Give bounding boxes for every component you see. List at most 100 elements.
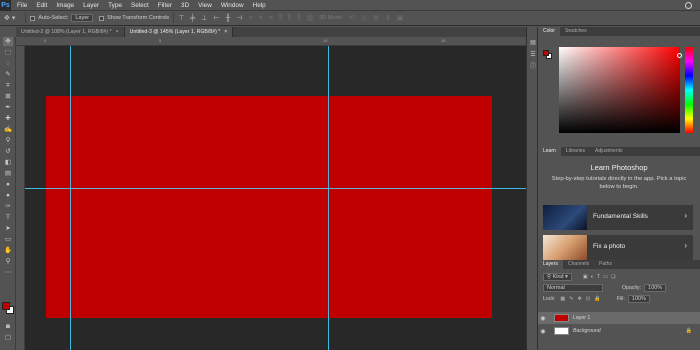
tab-adjustments[interactable]: Adjustments (590, 147, 628, 156)
align-right-icon[interactable]: ⊣ (236, 14, 242, 22)
auto-select-dropdown[interactable]: Layer (71, 14, 94, 22)
frame-tool-icon[interactable]: ⊠ (3, 92, 13, 101)
blend-mode-dropdown[interactable]: Normal (543, 283, 603, 292)
hue-slider[interactable] (685, 47, 693, 133)
layer-row-layer-1[interactable]: ◉ Layer 1 (538, 312, 700, 324)
eraser-tool-icon[interactable]: ◧ (3, 158, 13, 167)
layer-row-background[interactable]: ◉ Background 🔒 (538, 325, 700, 337)
more-tools-icon[interactable]: ⋯ (3, 268, 13, 277)
color-swatches[interactable] (2, 302, 14, 314)
pen-tool-icon[interactable]: ✑ (3, 202, 13, 211)
foreground-color-swatch[interactable] (2, 302, 10, 310)
document-canvas[interactable] (46, 96, 492, 318)
3d-slide-icon[interactable]: ⇕ (385, 14, 391, 22)
clone-stamp-tool-icon[interactable]: ⚲ (3, 136, 13, 145)
auto-align-icon[interactable]: ▥ (307, 14, 314, 22)
distribute-icon[interactable]: ≡ (259, 15, 263, 22)
rectangle-tool-icon[interactable]: ▭ (3, 235, 13, 244)
tab-untitled-3[interactable]: Untitled-3 @ 145% (Layer 1, RGB/8#) * × (124, 27, 234, 37)
foreground-color-swatch[interactable] (543, 50, 549, 56)
menu-edit[interactable]: Edit (36, 2, 47, 9)
menu-type[interactable]: Type (108, 2, 122, 9)
align-middle-icon[interactable]: ╪ (190, 15, 195, 22)
menu-help[interactable]: Help (253, 2, 266, 9)
3d-roll-icon[interactable]: ◎ (361, 14, 367, 22)
blur-tool-icon[interactable]: ● (3, 180, 13, 189)
distribute-icon[interactable]: ⫼ (297, 14, 300, 22)
healing-brush-tool-icon[interactable]: ✚ (3, 114, 13, 123)
photoshop-logo[interactable]: Ps (0, 0, 11, 11)
distribute-icon[interactable]: ⫼ (279, 14, 282, 22)
3d-pan-icon[interactable]: ✥ (373, 14, 379, 22)
panel-color-chips[interactable] (543, 50, 552, 59)
move-tool-icon[interactable]: ✥ (3, 37, 13, 46)
chevron-down-icon[interactable]: ▾ (12, 14, 16, 22)
zoom-tool-icon[interactable]: ⚲ (3, 257, 13, 266)
history-icon[interactable]: ▤ (529, 39, 537, 47)
auto-select-checkbox[interactable] (30, 15, 36, 21)
tab-swatches[interactable]: Swatches (560, 27, 592, 36)
menu-view[interactable]: View (198, 2, 212, 9)
show-transform-checkbox[interactable] (99, 15, 105, 21)
path-selection-tool-icon[interactable]: ➤ (3, 224, 13, 233)
vertical-guide[interactable] (328, 46, 329, 350)
menu-image[interactable]: Image (56, 2, 74, 9)
close-icon[interactable]: × (116, 29, 119, 35)
filter-icons[interactable]: ▣◐T▭❏ (583, 274, 619, 280)
close-icon[interactable]: × (224, 29, 227, 35)
search-icon[interactable] (685, 2, 692, 9)
horizontal-guide[interactable] (25, 188, 526, 189)
dodge-tool-icon[interactable]: ● (3, 191, 13, 200)
color-picker-cursor[interactable] (677, 53, 682, 58)
eye-icon[interactable]: ◉ (538, 315, 548, 322)
distribute-icon[interactable]: ⫼ (288, 14, 291, 22)
quick-mask-icon[interactable]: ◙ (3, 322, 13, 331)
menu-layer[interactable]: Layer (83, 2, 99, 9)
kind-filter-dropdown[interactable]: ⚲ Kind ▾ (543, 272, 572, 281)
card-fundamental-skills[interactable]: Fundamental Skills › (543, 205, 693, 230)
menu-select[interactable]: Select (131, 2, 149, 9)
color-picker-field[interactable] (559, 47, 682, 133)
opacity-field[interactable]: 100% (644, 283, 667, 292)
crop-tool-icon[interactable]: ⌗ (3, 81, 13, 90)
brush-tool-icon[interactable]: ✍ (3, 125, 13, 134)
screen-mode-icon[interactable]: ▢ (3, 333, 13, 342)
lock-icons[interactable]: ▦✎✥⊡🔒 (560, 296, 604, 302)
tab-layers[interactable]: Layers (538, 260, 564, 269)
info-icon[interactable]: ⓘ (529, 63, 537, 71)
align-top-icon[interactable]: ⊤ (178, 14, 184, 22)
tab-paths[interactable]: Paths (594, 260, 617, 269)
menu-3d[interactable]: 3D (181, 2, 189, 9)
layer-name[interactable]: Layer 1 (573, 315, 590, 321)
card-fix-a-photo[interactable]: Fix a photo › (543, 235, 693, 260)
align-left-icon[interactable]: ⊢ (213, 14, 219, 22)
tab-channels[interactable]: Channels (563, 260, 594, 269)
3d-scale-icon[interactable]: ▣ (397, 14, 404, 22)
marquee-tool-icon[interactable]: ⬚ (3, 48, 13, 57)
ruler-horizontal[interactable]: 0 5 10 15 (16, 37, 526, 46)
3d-orbit-icon[interactable]: ⟲ (349, 14, 355, 22)
ruler-vertical[interactable] (16, 46, 25, 350)
distribute-icon[interactable]: ≡ (249, 15, 253, 22)
menu-window[interactable]: Window (221, 2, 244, 9)
canvas-area[interactable] (25, 46, 526, 350)
lasso-tool-icon[interactable]: ◌ (3, 59, 13, 68)
distribute-icon[interactable]: ≡ (269, 15, 273, 22)
history-brush-tool-icon[interactable]: ↺ (3, 147, 13, 156)
tab-learn[interactable]: Learn (538, 147, 561, 156)
tab-color[interactable]: Color (538, 27, 560, 36)
tab-untitled-2[interactable]: Untitled-2 @ 108% (Layer 1, RGB/8#) * × (16, 27, 125, 37)
menu-filter[interactable]: Filter (158, 2, 172, 9)
properties-icon[interactable]: ☰ (529, 51, 537, 59)
align-center-icon[interactable]: ╫ (225, 15, 230, 22)
fill-field[interactable]: 100% (627, 294, 650, 303)
hand-tool-icon[interactable]: ✋ (3, 246, 13, 255)
type-tool-icon[interactable]: T (3, 213, 13, 222)
layer-name[interactable]: Background (573, 328, 601, 334)
eyedropper-tool-icon[interactable]: ✒ (3, 103, 13, 112)
quick-select-tool-icon[interactable]: ✎ (3, 70, 13, 79)
vertical-guide[interactable] (70, 46, 71, 350)
eye-icon[interactable]: ◉ (538, 328, 548, 335)
align-bottom-icon[interactable]: ⊥ (201, 14, 207, 22)
tab-libraries[interactable]: Libraries (561, 147, 590, 156)
